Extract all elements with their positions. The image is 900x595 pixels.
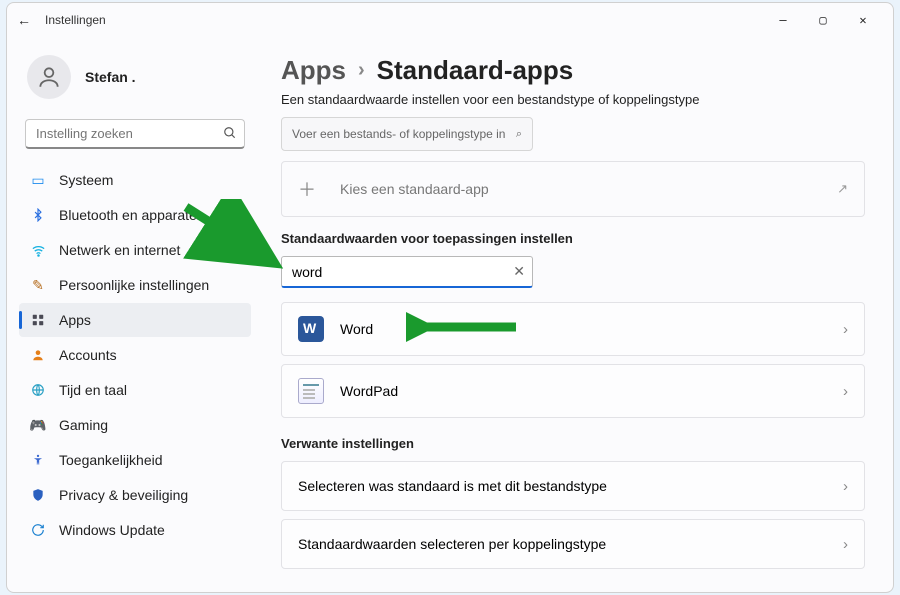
gamepad-icon: 🎮 xyxy=(29,416,47,434)
sidebar-item-label: Apps xyxy=(59,312,91,328)
choose-default-app-row[interactable]: ＋ Kies een standaard-app ↗ xyxy=(281,161,865,217)
bluetooth-icon xyxy=(29,206,47,224)
user-name: Stefan . xyxy=(85,69,136,85)
app-search-input[interactable] xyxy=(281,256,533,288)
maximize-button[interactable]: ▢ xyxy=(803,5,843,35)
word-app-icon xyxy=(298,316,324,342)
globe-icon xyxy=(29,381,47,399)
sidebar: Stefan . ▭ Systeem Bluetooth en apparate xyxy=(7,37,259,592)
breadcrumb-parent[interactable]: Apps xyxy=(281,55,346,86)
person-icon xyxy=(29,346,47,364)
window-controls: — ▢ ✕ xyxy=(763,5,883,35)
back-icon[interactable]: ← xyxy=(17,12,31,28)
titlebar: ← Instellingen — ▢ ✕ xyxy=(7,3,893,37)
sidebar-item-label: Systeem xyxy=(59,172,113,188)
chevron-right-icon: › xyxy=(843,478,848,495)
search-input[interactable] xyxy=(25,119,245,149)
related-row-label: Selecteren was standaard is met dit best… xyxy=(298,478,607,494)
sidebar-item-label: Toegankelijkheid xyxy=(59,452,163,468)
page-subtitle: Een standaardwaarde instellen voor een b… xyxy=(281,92,865,107)
breadcrumb: Apps › Standaard-apps xyxy=(281,55,865,86)
brush-icon: ✎ xyxy=(29,276,47,294)
display-icon: ▭ xyxy=(29,171,47,189)
search-icon: ⌕ xyxy=(516,128,522,141)
avatar xyxy=(27,55,71,99)
sidebar-item-label: Privacy & beveiliging xyxy=(59,487,188,503)
sidebar-items: ▭ Systeem Bluetooth en apparaten Netwerk… xyxy=(19,163,251,547)
apps-section-label: Standaardwaarden voor toepassingen inste… xyxy=(281,231,865,246)
related-select-by-linktype[interactable]: Standaardwaarden selecteren per koppelin… xyxy=(281,519,865,569)
apps-icon xyxy=(29,311,47,329)
user-block[interactable]: Stefan . xyxy=(19,47,251,113)
sidebar-search[interactable] xyxy=(25,119,245,149)
filetype-placeholder: Voer een bestands- of koppelingstype in xyxy=(292,127,505,141)
choose-default-app-label: Kies een standaard-app xyxy=(340,181,489,197)
sidebar-item-label: Tijd en taal xyxy=(59,382,127,398)
sidebar-item-privacy[interactable]: Privacy & beveiliging xyxy=(19,478,251,512)
chevron-right-icon: › xyxy=(843,536,848,553)
related-select-by-filetype[interactable]: Selecteren was standaard is met dit best… xyxy=(281,461,865,511)
sidebar-item-label: Persoonlijke instellingen xyxy=(59,277,209,293)
plus-icon: ＋ xyxy=(298,176,316,202)
shield-icon xyxy=(29,486,47,504)
sidebar-item-label: Windows Update xyxy=(59,522,165,538)
clear-icon[interactable]: ✕ xyxy=(513,263,525,280)
filetype-input[interactable]: Voer een bestands- of koppelingstype in … xyxy=(281,117,533,151)
sidebar-item-system[interactable]: ▭ Systeem xyxy=(19,163,251,197)
page-title: Standaard-apps xyxy=(377,55,574,86)
chevron-right-icon: › xyxy=(358,59,365,82)
wordpad-app-icon xyxy=(298,378,324,404)
settings-window: ← Instellingen — ▢ ✕ Stefan . xyxy=(6,2,894,593)
app-result-word[interactable]: Word › xyxy=(281,302,865,356)
open-external-icon: ↗ xyxy=(837,181,848,197)
close-button[interactable]: ✕ xyxy=(843,5,883,35)
sidebar-item-accessibility[interactable]: Toegankelijkheid xyxy=(19,443,251,477)
accessibility-icon xyxy=(29,451,47,469)
sidebar-item-gaming[interactable]: 🎮 Gaming xyxy=(19,408,251,442)
app-result-label: WordPad xyxy=(340,383,398,399)
sidebar-item-network[interactable]: Netwerk en internet xyxy=(19,233,251,267)
sidebar-item-accounts[interactable]: Accounts xyxy=(19,338,251,372)
wifi-icon xyxy=(29,241,47,259)
chevron-right-icon: › xyxy=(843,321,848,338)
related-section-label: Verwante instellingen xyxy=(281,436,865,451)
sidebar-item-label: Gaming xyxy=(59,417,108,433)
sidebar-item-bluetooth[interactable]: Bluetooth en apparaten xyxy=(19,198,251,232)
sidebar-item-label: Accounts xyxy=(59,347,117,363)
sidebar-item-time-language[interactable]: Tijd en taal xyxy=(19,373,251,407)
chevron-right-icon: › xyxy=(843,383,848,400)
app-search[interactable]: ✕ xyxy=(281,256,533,288)
app-result-wordpad[interactable]: WordPad › xyxy=(281,364,865,418)
sidebar-item-windows-update[interactable]: Windows Update xyxy=(19,513,251,547)
sidebar-item-apps[interactable]: Apps xyxy=(19,303,251,337)
main-content: Apps › Standaard-apps Een standaardwaard… xyxy=(259,37,893,592)
update-icon xyxy=(29,521,47,539)
sidebar-item-label: Netwerk en internet xyxy=(59,242,180,258)
minimize-button[interactable]: — xyxy=(763,5,803,35)
sidebar-item-label: Bluetooth en apparaten xyxy=(59,207,205,223)
search-icon xyxy=(223,126,237,143)
app-result-label: Word xyxy=(340,321,373,337)
related-row-label: Standaardwaarden selecteren per koppelin… xyxy=(298,536,606,552)
sidebar-item-personalization[interactable]: ✎ Persoonlijke instellingen xyxy=(19,268,251,302)
window-title: Instellingen xyxy=(45,13,106,27)
